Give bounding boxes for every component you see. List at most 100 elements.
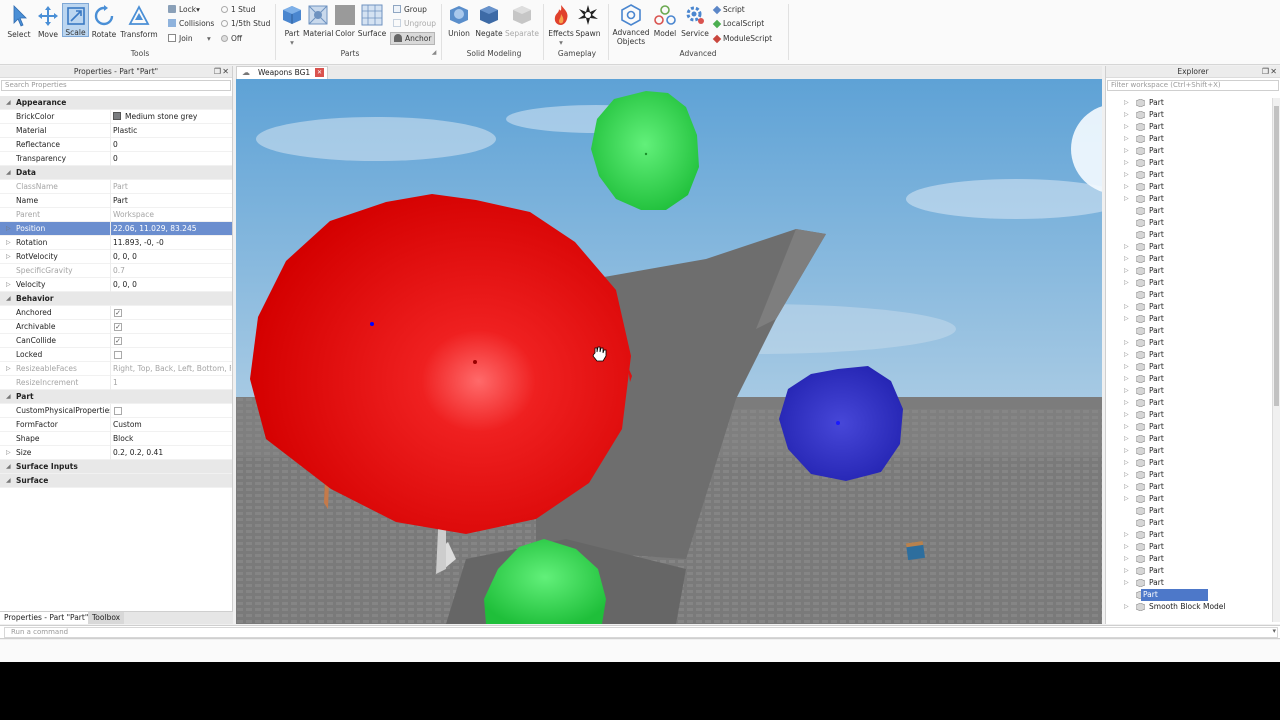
property-value[interactable]: 0.7: [113, 264, 231, 278]
expand-arrow-icon[interactable]: ▷: [1124, 145, 1129, 157]
property-value[interactable]: 0: [113, 138, 231, 152]
part-button[interactable]: Part ▾: [278, 3, 306, 48]
property-row[interactable]: ▷ Rotation 11.893, -0, -0: [0, 236, 232, 250]
property-value[interactable]: Block: [113, 432, 231, 446]
localscript-button[interactable]: LocalScript: [712, 18, 764, 29]
expand-arrow-icon[interactable]: ▷: [1124, 481, 1129, 493]
explorer-item[interactable]: ▷ Part: [1124, 253, 1274, 265]
expand-arrow-icon[interactable]: ▷: [1124, 157, 1129, 169]
explorer-item[interactable]: ▷ Part: [1124, 577, 1274, 589]
expand-arrow-icon[interactable]: ▷: [1124, 529, 1129, 541]
property-row[interactable]: ResizeIncrement 1: [0, 376, 232, 390]
expand-arrow-icon[interactable]: ▷: [6, 250, 11, 264]
expand-arrow-icon[interactable]: ▷: [1124, 109, 1129, 121]
explorer-item[interactable]: ▷ Part: [1124, 433, 1274, 445]
expand-arrow-icon[interactable]: ▷: [1124, 541, 1129, 553]
property-checkbox[interactable]: [114, 407, 122, 415]
property-value[interactable]: Part: [113, 194, 231, 208]
expand-arrow-icon[interactable]: ▷: [1124, 337, 1129, 349]
expand-arrow-icon[interactable]: ▷: [1124, 493, 1129, 505]
3d-viewport[interactable]: [236, 79, 1102, 624]
property-row[interactable]: Anchored ✓: [0, 306, 232, 320]
expand-arrow-icon[interactable]: ▷: [1124, 193, 1129, 205]
property-row[interactable]: Material Plastic: [0, 124, 232, 138]
explorer-item[interactable]: ▷ Part: [1124, 373, 1274, 385]
property-value[interactable]: 0: [113, 152, 231, 166]
expand-arrow-icon[interactable]: ▷: [1124, 97, 1129, 109]
collapse-arrow-icon[interactable]: ◢: [6, 292, 11, 306]
expand-arrow-icon[interactable]: ▷: [1124, 469, 1129, 481]
property-row[interactable]: ▷ RotVelocity 0, 0, 0: [0, 250, 232, 264]
effects-button[interactable]: Effects ▾: [547, 3, 575, 48]
explorer-item[interactable]: Part: [1124, 505, 1274, 517]
property-row[interactable]: ▷ Size 0.2, 0.2, 0.41: [0, 446, 232, 460]
negate-button[interactable]: Negate: [474, 3, 504, 45]
explorer-item[interactable]: Part: [1124, 229, 1274, 241]
modulescript-button[interactable]: ModuleScript: [712, 33, 772, 44]
command-input[interactable]: Run a command: [4, 627, 1278, 638]
expand-arrow-icon[interactable]: ▷: [1124, 433, 1129, 445]
expand-arrow-icon[interactable]: ▷: [1124, 169, 1129, 181]
explorer-item[interactable]: ▷ Part: [1124, 109, 1274, 121]
snap-fifth-stud[interactable]: 1/5th Stud: [221, 18, 270, 29]
property-value[interactable]: 11.893, -0, -0: [113, 236, 231, 250]
explorer-item[interactable]: ▷ Part: [1124, 565, 1274, 577]
property-row[interactable]: BrickColor Medium stone grey: [0, 110, 232, 124]
expand-arrow-icon[interactable]: ▷: [1124, 313, 1129, 325]
property-row[interactable]: Transparency 0: [0, 152, 232, 166]
collapse-arrow-icon[interactable]: ◢: [6, 474, 11, 488]
advanced-objects-button[interactable]: Advanced Objects: [612, 3, 650, 48]
explorer-item[interactable]: ▷ Part: [1124, 445, 1274, 457]
property-row[interactable]: CanCollide ✓: [0, 334, 232, 348]
property-row[interactable]: ▷ Position 22.06, 11.029, 83.245: [0, 222, 232, 236]
property-value[interactable]: Medium stone grey: [113, 110, 231, 124]
property-value[interactable]: Custom: [113, 418, 231, 432]
property-value[interactable]: 0, 0, 0: [113, 250, 231, 264]
explorer-item[interactable]: ▷ Part: [1124, 97, 1274, 109]
expand-arrow-icon[interactable]: ▷: [6, 362, 11, 376]
explorer-item[interactable]: ▷ Part: [1124, 157, 1274, 169]
expand-arrow-icon[interactable]: ▷: [1124, 409, 1129, 421]
scrollbar-thumb[interactable]: [1274, 106, 1279, 406]
collisions-button[interactable]: Collisions: [168, 18, 214, 29]
close-icon[interactable]: ✕: [222, 66, 229, 78]
ungroup-button[interactable]: Ungroup: [393, 18, 436, 29]
property-category[interactable]: ◢ Data: [0, 166, 232, 180]
explorer-item[interactable]: Part: [1124, 217, 1274, 229]
expand-arrow-icon[interactable]: ▷: [1124, 121, 1129, 133]
explorer-item[interactable]: ▷ Part: [1124, 361, 1274, 373]
explorer-item[interactable]: ▷ Part: [1124, 493, 1274, 505]
properties-search-input[interactable]: Search Properties: [1, 80, 231, 91]
move-button[interactable]: Move: [33, 3, 63, 45]
lock-button[interactable]: Lock▾: [168, 4, 200, 15]
expand-arrow-icon[interactable]: ▷: [1124, 181, 1129, 193]
property-row[interactable]: SpecificGravity 0.7: [0, 264, 232, 278]
explorer-item[interactable]: ▷ Part: [1124, 337, 1274, 349]
rotate-button[interactable]: Rotate: [89, 3, 119, 45]
union-button[interactable]: Union: [446, 3, 472, 45]
property-value[interactable]: Part: [113, 180, 231, 194]
property-row[interactable]: Archivable ✓: [0, 320, 232, 334]
property-category[interactable]: ◢ Part: [0, 390, 232, 404]
anchor-button[interactable]: Anchor: [390, 32, 436, 45]
explorer-item[interactable]: Part: [1124, 517, 1274, 529]
explorer-item[interactable]: ▷ Part: [1124, 265, 1274, 277]
property-value[interactable]: Plastic: [113, 124, 231, 138]
expand-arrow-icon[interactable]: ▷: [1124, 241, 1129, 253]
property-row[interactable]: ▷ ResizeableFaces Right, Top, Back, Left, …: [0, 362, 232, 376]
explorer-item[interactable]: ▷ Part: [1124, 529, 1274, 541]
expand-arrow-icon[interactable]: ▷: [6, 222, 11, 236]
tab-toolbox[interactable]: Toolbox: [88, 612, 125, 624]
expand-arrow-icon[interactable]: ▷: [1124, 601, 1129, 613]
parts-settings-icon[interactable]: ◢: [430, 49, 438, 56]
explorer-item[interactable]: ▷ Part: [1124, 313, 1274, 325]
model-button[interactable]: Model: [652, 3, 678, 45]
spawn-button[interactable]: Spawn: [574, 3, 602, 45]
expand-arrow-icon[interactable]: ▷: [6, 278, 11, 292]
property-category[interactable]: ◢ Surface: [0, 474, 232, 488]
property-row[interactable]: ▷ Velocity 0, 0, 0: [0, 278, 232, 292]
property-category[interactable]: ◢ Surface Inputs: [0, 460, 232, 474]
property-value[interactable]: 0.2, 0.2, 0.41: [113, 446, 231, 460]
collapse-arrow-icon[interactable]: ◢: [6, 166, 11, 180]
property-row[interactable]: Locked: [0, 348, 232, 362]
